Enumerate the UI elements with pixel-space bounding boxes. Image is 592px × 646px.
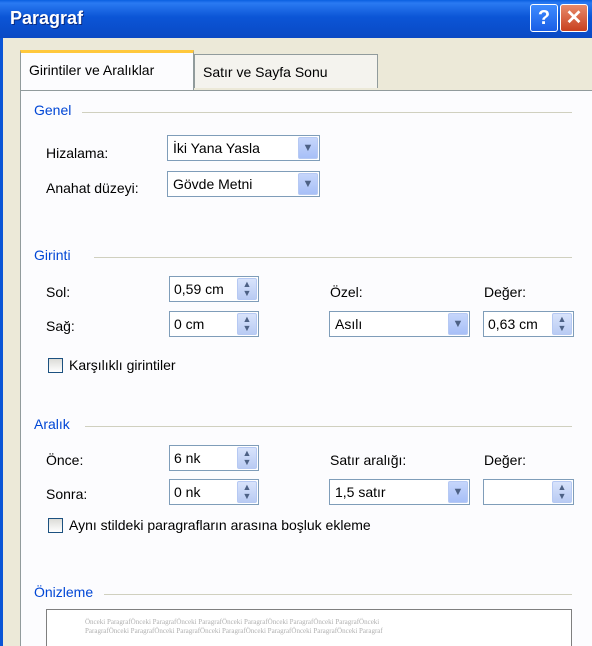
spin-up-down-icon[interactable]: ▲ ▼ <box>237 481 257 503</box>
group-title-general: Genel <box>34 102 72 118</box>
tab-line-page-breaks-label: Satır ve Sayfa Sonu <box>203 64 328 80</box>
spin-up-down-icon[interactable]: ▲ ▼ <box>237 278 257 300</box>
mirror-indents-checkbox[interactable] <box>48 358 63 373</box>
title-bar[interactable]: Paragraf ? ✕ <box>0 0 592 38</box>
paragraph-dialog: Paragraf ? ✕ Girintiler ve Aralıklar Sat… <box>0 0 592 646</box>
group-title-preview: Önizleme <box>34 584 94 600</box>
preview-line: ParagrafÖnceki ParagrafÖnceki ParagrafÖn… <box>85 627 383 635</box>
group-divider <box>94 257 572 258</box>
special-indent-label: Özel: <box>330 284 363 300</box>
spacing-after-spinner[interactable]: 0 nk ▲ ▼ <box>169 479 259 505</box>
chevron-down-icon[interactable]: ▼ <box>448 313 468 335</box>
preview-box: Önceki ParagrafÖnceki ParagrafÖnceki Par… <box>46 609 572 646</box>
line-spacing-value: 1,5 satır <box>335 484 386 500</box>
group-title-indentation: Girinti <box>34 247 71 263</box>
right-indent-value: 0 cm <box>174 316 205 332</box>
mirror-indents-label[interactable]: Karşılıklı girintiler <box>69 357 176 373</box>
chevron-down-icon[interactable]: ▼ <box>298 173 318 195</box>
outline-level-value: Gövde Metni <box>173 176 253 192</box>
group-divider <box>104 594 572 595</box>
special-indent-value: Asılı <box>335 316 363 332</box>
spacing-at-label: Değer: <box>484 452 527 468</box>
group-divider <box>85 426 572 427</box>
left-indent-label: Sol: <box>46 284 71 300</box>
spin-up-down-icon[interactable]: ▲ ▼ <box>237 447 257 469</box>
indent-by-value: 0,63 cm <box>488 316 538 332</box>
spacing-before-label: Önce: <box>46 452 84 468</box>
tab-line-page-breaks[interactable]: Satır ve Sayfa Sonu <box>194 54 378 88</box>
outline-level-dropdown[interactable]: Gövde Metni ▼ <box>167 171 320 197</box>
spacing-after-label: Sonra: <box>46 486 88 502</box>
spacing-before-spinner[interactable]: 6 nk ▲ ▼ <box>169 445 259 471</box>
alignment-value: İki Yana Yasla <box>173 140 260 156</box>
no-space-same-style-label[interactable]: Aynı stildeki paragrafların arasına boşl… <box>69 517 371 533</box>
no-space-same-style-checkbox[interactable] <box>48 518 63 533</box>
window-title: Paragraf <box>10 8 84 28</box>
group-divider <box>82 112 572 113</box>
tab-indents-spacing[interactable]: Girintiler ve Aralıklar <box>20 50 194 90</box>
line-spacing-dropdown[interactable]: 1,5 satır ▼ <box>329 479 470 505</box>
alignment-dropdown[interactable]: İki Yana Yasla ▼ <box>167 135 320 161</box>
preview-line: Önceki ParagrafÖnceki ParagrafÖnceki Par… <box>85 618 380 626</box>
line-spacing-label: Satır aralığı: <box>330 452 407 468</box>
spacing-before-value: 6 nk <box>174 450 201 466</box>
chevron-down-icon[interactable]: ▼ <box>448 481 468 503</box>
left-indent-spinner[interactable]: 0,59 cm ▲ ▼ <box>169 276 259 302</box>
tab-indents-spacing-label: Girintiler ve Aralıklar <box>29 62 155 78</box>
left-indent-value: 0,59 cm <box>174 281 224 297</box>
spacing-at-spinner[interactable]: ▲ ▼ <box>483 479 574 505</box>
group-title-spacing: Aralık <box>34 416 70 432</box>
right-indent-spinner[interactable]: 0 cm ▲ ▼ <box>169 311 259 337</box>
chevron-down-icon[interactable]: ▼ <box>298 137 318 159</box>
outline-level-label: Anahat düzeyi: <box>46 180 139 196</box>
indent-by-label: Değer: <box>484 284 527 300</box>
alignment-label: Hizalama: <box>46 145 109 161</box>
spin-up-down-icon[interactable]: ▲ ▼ <box>552 313 572 335</box>
indent-by-spinner[interactable]: 0,63 cm ▲ ▼ <box>483 311 574 337</box>
help-button[interactable]: ? <box>530 4 558 32</box>
right-indent-label: Sağ: <box>46 318 75 334</box>
close-button[interactable]: ✕ <box>560 4 588 32</box>
spin-up-down-icon[interactable]: ▲ ▼ <box>552 481 572 503</box>
preview-text: Önceki ParagrafÖnceki ParagrafÖnceki Par… <box>85 618 383 636</box>
spin-up-down-icon[interactable]: ▲ ▼ <box>237 313 257 335</box>
spacing-after-value: 0 nk <box>174 484 201 500</box>
window-border <box>0 38 3 646</box>
special-indent-dropdown[interactable]: Asılı ▼ <box>329 311 470 337</box>
